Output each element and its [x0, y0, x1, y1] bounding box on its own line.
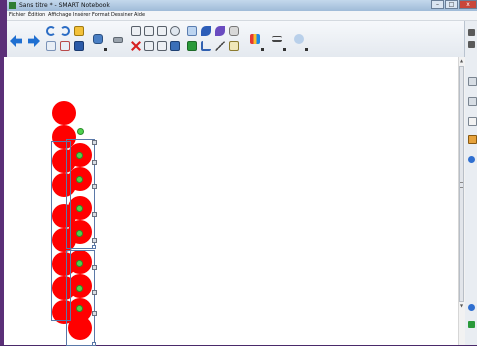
- full-screen-icon[interactable]: [144, 41, 154, 51]
- menu-format[interactable]: Format: [92, 11, 110, 20]
- object-menu-handle[interactable]: [92, 160, 97, 165]
- rotation-handle[interactable]: [76, 305, 83, 312]
- line-style-icon[interactable]: [272, 36, 282, 42]
- object-menu-handle[interactable]: [92, 290, 97, 295]
- menu-affichage[interactable]: Affichage: [48, 11, 72, 20]
- object-menu-handle[interactable]: [92, 311, 97, 316]
- scrollbar-grip-icon: [460, 182, 463, 188]
- measurement-tools-icon[interactable]: [157, 26, 167, 36]
- page-sorter-tab-icon[interactable]: [468, 77, 477, 86]
- menu-bar: Fichier Édition Affichage Insérer Format…: [7, 11, 477, 21]
- transparency-dropdown-icon[interactable]: [305, 48, 308, 51]
- delete-page-icon[interactable]: [60, 41, 70, 51]
- menu-dessiner[interactable]: Dessiner: [111, 11, 133, 20]
- document-camera-icon[interactable]: [93, 34, 103, 44]
- add-ons-tab-icon[interactable]: [468, 156, 475, 163]
- save-icon[interactable]: [74, 41, 84, 51]
- window-title: Sans titre * - SMART Notebook: [19, 2, 110, 9]
- document-camera-dropdown-icon[interactable]: [104, 48, 107, 51]
- keyboard-icon[interactable]: [113, 37, 123, 43]
- back-arrow-icon[interactable]: [10, 35, 22, 47]
- main-toolbar: [7, 21, 477, 58]
- color-palette-dropdown-icon[interactable]: [261, 48, 264, 51]
- rotation-handle[interactable]: [76, 285, 83, 292]
- rotation-handle[interactable]: [76, 260, 83, 267]
- red-circle[interactable]: [52, 101, 76, 125]
- select-icon[interactable]: [187, 26, 197, 36]
- color-palette-icon[interactable]: [250, 34, 260, 44]
- minimize-button[interactable]: –: [431, 0, 444, 9]
- rotation-handle[interactable]: [76, 230, 83, 237]
- side-green-icon[interactable]: [468, 321, 475, 328]
- side-arrow-icon[interactable]: [468, 304, 475, 311]
- table-icon[interactable]: [144, 26, 154, 36]
- add-page-icon[interactable]: [46, 41, 56, 51]
- window-controls: – □ x: [430, 0, 477, 10]
- menu-aide[interactable]: Aide: [134, 11, 145, 20]
- rotation-handle[interactable]: [76, 176, 83, 183]
- object-menu-handle[interactable]: [92, 184, 97, 189]
- delete-icon[interactable]: [131, 41, 141, 51]
- side-tab-bar: [464, 21, 477, 345]
- close-button[interactable]: x: [459, 0, 477, 9]
- shape-icon[interactable]: [201, 41, 211, 51]
- open-file-icon[interactable]: [74, 26, 84, 36]
- attachments-tab-icon[interactable]: [468, 117, 477, 126]
- transparency-icon[interactable]: [294, 34, 304, 44]
- gallery-tab-icon[interactable]: [468, 97, 477, 106]
- rotation-handle[interactable]: [76, 152, 83, 159]
- maximize-button[interactable]: □: [445, 0, 458, 9]
- fill-icon[interactable]: [229, 41, 239, 51]
- forward-arrow-icon[interactable]: [28, 35, 40, 47]
- toolbar-options-icon[interactable]: [468, 29, 475, 36]
- object-menu-handle[interactable]: [92, 140, 97, 145]
- app-icon: [9, 2, 16, 9]
- redo-icon[interactable]: [60, 26, 70, 36]
- undo-icon[interactable]: [46, 26, 56, 36]
- scroll-up-icon[interactable]: ▲: [459, 58, 464, 64]
- magic-pen-icon[interactable]: [187, 41, 197, 51]
- screen-shade-icon[interactable]: [170, 26, 180, 36]
- line-icon[interactable]: [215, 41, 225, 51]
- notebook-canvas[interactable]: [4, 57, 460, 346]
- menu-inserer[interactable]: Insérer: [73, 11, 90, 20]
- creative-pen-icon[interactable]: [215, 26, 225, 36]
- selection-box[interactable]: [51, 141, 71, 321]
- object-menu-handle[interactable]: [92, 212, 97, 217]
- properties-tab-icon[interactable]: [468, 135, 477, 144]
- toolbar-move-icon[interactable]: [468, 41, 475, 48]
- menu-fichier[interactable]: Fichier: [9, 11, 25, 20]
- title-bar: Sans titre * - SMART Notebook – □ x: [7, 0, 477, 11]
- capture-icon[interactable]: [131, 26, 141, 36]
- eraser-icon[interactable]: [229, 26, 239, 36]
- pen-icon[interactable]: [201, 26, 211, 36]
- rotation-handle[interactable]: [76, 205, 83, 212]
- dual-page-icon[interactable]: [157, 41, 167, 51]
- line-style-dropdown-icon[interactable]: [283, 48, 286, 51]
- menu-edition[interactable]: Édition: [28, 11, 45, 20]
- object-menu-handle[interactable]: [92, 265, 97, 270]
- object-menu-handle[interactable]: [92, 238, 97, 243]
- scroll-down-icon[interactable]: ▼: [459, 303, 464, 309]
- resize-handle[interactable]: [92, 245, 96, 249]
- page-sorter-icon[interactable]: [170, 41, 180, 51]
- rotation-handle[interactable]: [77, 128, 84, 135]
- resize-handle[interactable]: [92, 342, 96, 346]
